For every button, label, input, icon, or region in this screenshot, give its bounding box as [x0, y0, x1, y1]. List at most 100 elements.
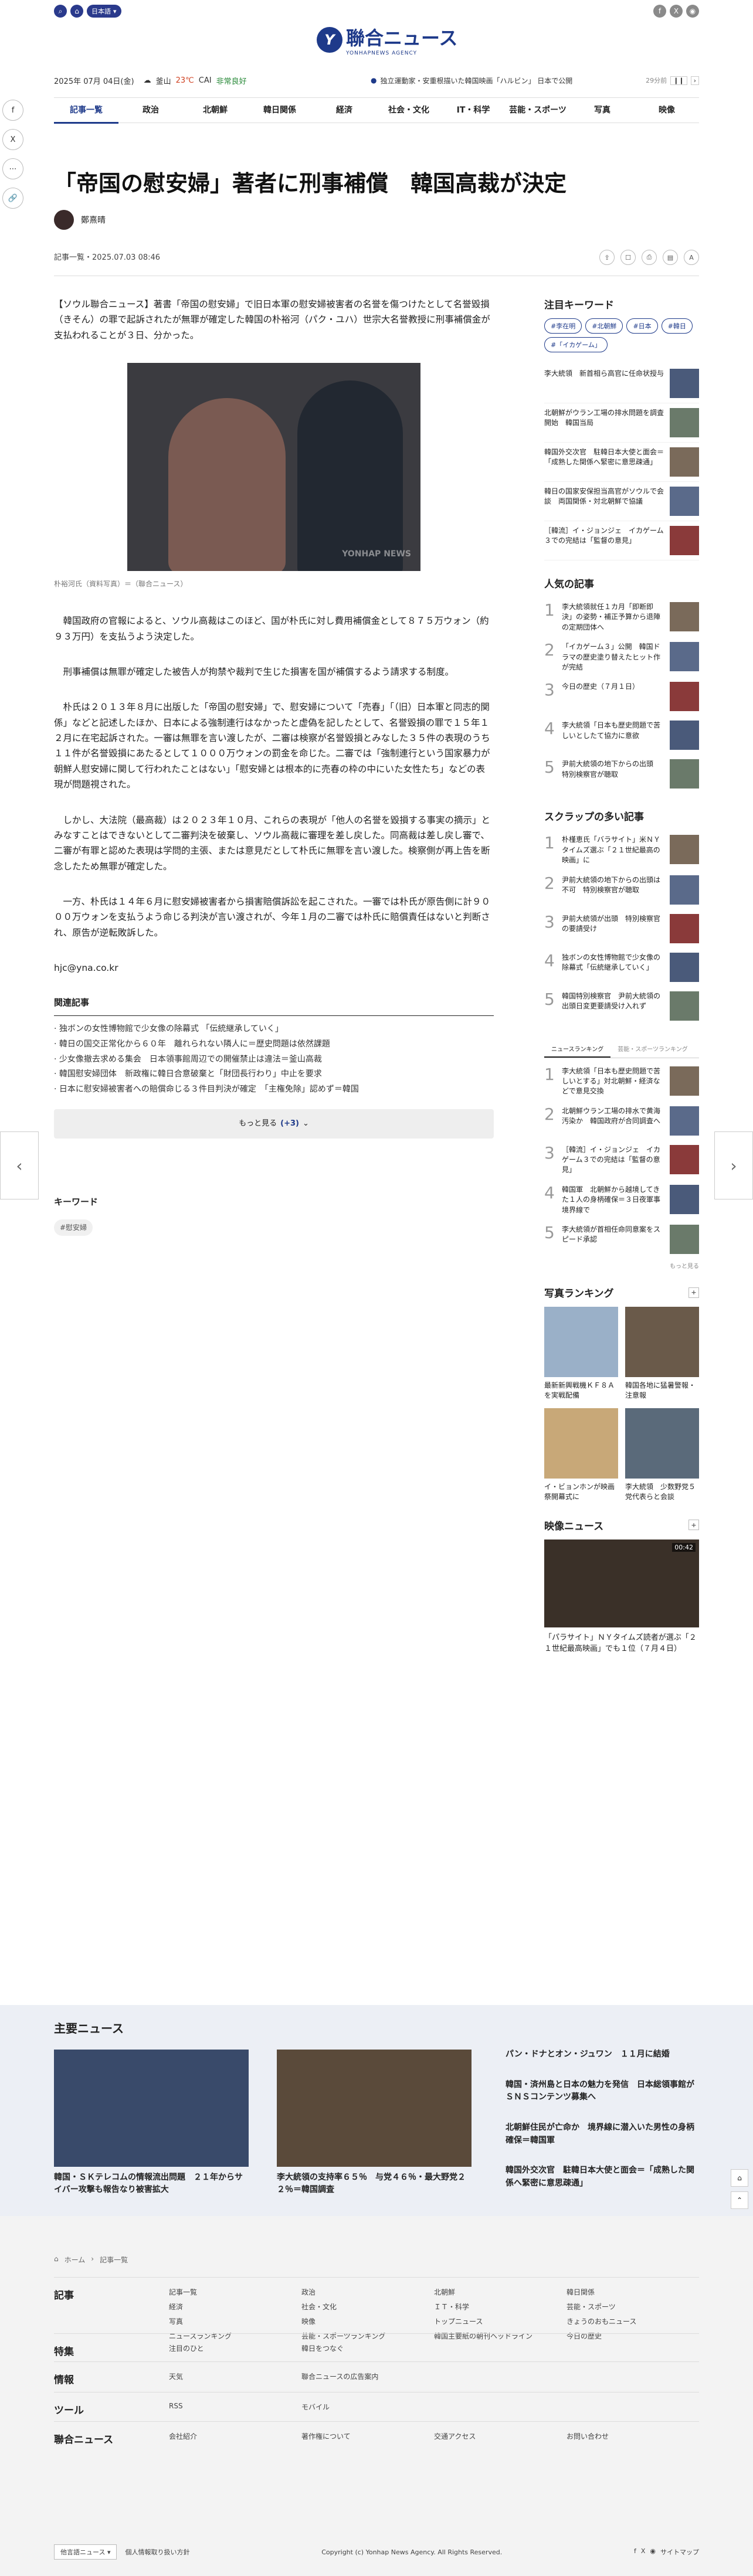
footer-link[interactable]: 芸能・スポーツ — [567, 2302, 699, 2312]
tab-entertainment-ranking[interactable]: 芸能・スポーツランキング — [610, 1041, 695, 1058]
nav-item[interactable]: 芸能・スポーツ — [506, 97, 570, 123]
font-size-icon[interactable]: A — [684, 250, 699, 265]
list-item[interactable]: 韓日の国家安保担当高官がソウルで会談 両国関係・対北朝鮮で協議 — [544, 482, 699, 521]
footer-link[interactable]: 会社紹介 — [169, 2431, 301, 2446]
keyword-chip[interactable]: #日本 — [626, 318, 658, 334]
ranked-item[interactable]: 3 今日の歴史（７月１日） — [544, 677, 699, 716]
bookmark-icon[interactable]: ▤ — [663, 250, 678, 265]
x-icon[interactable]: X — [641, 2547, 646, 2557]
related-article-link[interactable]: · 韓日の国交正常化から６０年 離れられない隣人に＝歴史問題は依然課題 — [54, 1037, 494, 1052]
news-ticker[interactable]: ● 独立運動家・安重根描いた韓国映画「ハルビン」 日本で公開 — [371, 76, 572, 86]
x-icon[interactable]: X — [670, 5, 683, 18]
ranked-item[interactable]: 1 朴槿恵氏「バラサイト」米ＮＹタイムズ選ぶ「２１世紀最高の映画」に — [544, 830, 699, 870]
footer-link[interactable]: 聯合ニュースの広告案内 — [301, 2371, 434, 2386]
nav-item[interactable]: 政治 — [118, 97, 183, 123]
ticker-pause-button[interactable]: ❙❙ — [670, 76, 687, 85]
footer-link[interactable]: 交通アクセス — [434, 2431, 567, 2446]
footer-link[interactable]: 著作権について — [301, 2431, 434, 2446]
related-article-link[interactable]: · 独ボンの女性博物館で少女像の除幕式 「伝統継承していく」 — [54, 1022, 494, 1037]
main-news-card[interactable]: 韓国・ＳＫテレコムの情報流出問題 ２１年からサイバー攻撃も報告なり被害拡大 — [54, 2050, 249, 2196]
keyword-chip[interactable]: #韓日 — [661, 318, 693, 334]
keyword-chip[interactable]: #李在明 — [544, 318, 582, 334]
home-icon[interactable]: ⌂ — [70, 5, 83, 18]
plus-icon[interactable]: + — [688, 1520, 699, 1531]
nav-item[interactable]: 写真 — [570, 97, 635, 123]
privacy-link[interactable]: 個人情報取り扱い方針 — [125, 2547, 189, 2557]
nav-item[interactable]: 社会・文化 — [376, 97, 441, 123]
video-caption[interactable]: 「パラサイト」ＮＹタイムズ読者が選ぶ「２１世紀最高映画」でも１位（７月４日） — [544, 1632, 699, 1655]
footer-link[interactable]: 韓日をつなぐ — [301, 2343, 434, 2358]
print-icon[interactable]: ⎙ — [642, 250, 657, 265]
ranked-item[interactable]: 1 李大統領「日本も歴史問題で苦しいとする」対北朝鮮・経済などで意見交換 — [544, 1062, 699, 1102]
rss-icon[interactable]: ◉ — [650, 2547, 656, 2557]
nav-item[interactable]: 記事一覧 — [54, 97, 118, 124]
ranked-item[interactable]: 1 李大統領就任１カ月「即断即決」の姿勢・補正予算から退陣の定期団体へ — [544, 597, 699, 637]
site-logo[interactable]: Y 聯合ニュース YONHAPNEWS AGENCY — [317, 23, 457, 56]
facebook-share-icon[interactable]: f — [2, 100, 23, 121]
ranked-item[interactable]: 4 李大統領「日本も歴史問題で苦しいとしたて協力に意欲 — [544, 716, 699, 755]
footer-link[interactable]: モバイル — [301, 2402, 434, 2417]
prev-article-button[interactable]: ‹ — [0, 1131, 39, 1199]
list-item[interactable]: ［韓流］イ・ジョンジェ イカゲーム３での完結は「監督の意見」 — [544, 521, 699, 560]
plus-icon[interactable]: + — [688, 1287, 699, 1298]
keyword-chip[interactable]: #「イカゲーム」 — [544, 337, 608, 352]
footer-link[interactable]: きょうのおもニュース — [567, 2316, 699, 2326]
related-article-link[interactable]: · 少女像撤去求める集会 日本領事館周辺での開催禁止は違法＝釜山高裁 — [54, 1052, 494, 1068]
ranked-item[interactable]: 2 北朝鮮ウラン工場の排水で黄海汚染か 韓国政府が合同調査へ — [544, 1102, 699, 1140]
share-icon[interactable]: ⇪ — [599, 250, 615, 265]
related-article-link[interactable]: · 韓国慰安婦団体 新政権に韓日合意破棄と「財団長行わり」中止を要求 — [54, 1067, 494, 1082]
footer-link[interactable]: 経済 — [169, 2302, 301, 2312]
language-select[interactable]: 日本語 ▾ — [87, 5, 121, 18]
author-block[interactable]: 鄭熹晴 — [54, 210, 106, 230]
ranked-item[interactable]: 5 韓国特別検察官 尹前大統領の出頭日変更要請受け入れず — [544, 987, 699, 1025]
ranked-item[interactable]: 5 李大統領が首相任命同意案をスピード承認 — [544, 1220, 699, 1259]
article-photo[interactable]: YONHAP NEWS — [127, 363, 420, 572]
ranked-item[interactable]: 4 独ボンの女性博物館で少女像の除幕式「伝統継承していく」 — [544, 948, 699, 987]
footer-link[interactable]: ＩＴ・科学 — [434, 2302, 567, 2312]
list-item[interactable]: 李大統領 新首相ら高官に任命状授与 — [544, 364, 699, 403]
nav-item[interactable]: 韓日関係 — [247, 97, 312, 123]
other-language-select[interactable]: 他言語ニュース ▾ — [54, 2544, 117, 2560]
more-related-button[interactable]: もっと見る (+3) ⌄ — [54, 1109, 494, 1139]
search-icon[interactable]: ⌕ — [54, 5, 67, 18]
photo-item[interactable]: 李大統領 少数野党５党代表らと会談 — [625, 1408, 699, 1503]
footer-link[interactable]: 社会・文化 — [301, 2302, 434, 2312]
nav-item[interactable]: 北朝鮮 — [183, 97, 247, 123]
footer-link[interactable]: 天気 — [169, 2371, 301, 2386]
photo-item[interactable]: 韓国各地に猛暑警報・注意報 — [625, 1307, 699, 1401]
tab-news-ranking[interactable]: ニュースランキング — [544, 1041, 611, 1058]
more-ranking-link[interactable]: もっと見る — [544, 1261, 699, 1270]
more-share-icon[interactable]: ⋯ — [2, 158, 23, 179]
footer-link[interactable]: トップニュース — [434, 2316, 567, 2326]
rss-icon[interactable]: ◉ — [686, 5, 699, 18]
footer-link[interactable]: 韓日関係 — [567, 2287, 699, 2297]
ranked-item[interactable]: 3 尹前大統領が出頭 特別検察官の要請受け — [544, 909, 699, 948]
ranked-item[interactable]: 2 尹前大統領の地下からの出頭は不可 特別検察官が聴取 — [544, 871, 699, 909]
facebook-icon[interactable]: f — [653, 5, 666, 18]
photo-item[interactable]: 最新新興戦機ＫＦ８Ａを実戦配備 — [544, 1307, 618, 1401]
keyword-tag[interactable]: #慰安婦 — [54, 1219, 93, 1236]
footer-link[interactable]: 政治 — [301, 2287, 434, 2297]
scrap-icon[interactable]: ☐ — [620, 250, 636, 265]
footer-link[interactable]: 映像 — [301, 2316, 434, 2326]
footer-link[interactable]: 記事一覧 — [169, 2287, 301, 2297]
main-news-link[interactable]: 韓国・済州島と日本の魅力を発信 日本総領事館がＳＮＳコンテンツ募集へ — [506, 2079, 699, 2104]
related-article-link[interactable]: · 日本に慰安婦被害者への賠償命じる３件目判決が確定 「主権免除」認めず＝韓国 — [54, 1082, 494, 1097]
link-copy-icon[interactable]: 🔗 — [2, 188, 23, 209]
footer-link[interactable]: お問い合わせ — [567, 2431, 699, 2446]
main-news-card[interactable]: 李大統領の支持率６５％ 与党４６％・最大野党２２％＝韓国調査 — [277, 2050, 472, 2196]
ranked-item[interactable]: 5 尹前大統領の地下からの出頭 特別検察官が聴取 — [544, 755, 699, 793]
list-item[interactable]: 北朝鮮がウラン工場の排水問題を調査開始 韓国当局 — [544, 403, 699, 443]
photo-item[interactable]: イ・ビョンホンが映画祭開幕式に — [544, 1408, 618, 1503]
sitemap-link[interactable]: サイトマップ — [660, 2547, 699, 2557]
ranked-item[interactable]: 4 韓国軍 北朝鮮から越境してきた１人の身柄確保＝３日夜軍事境界線で — [544, 1180, 699, 1220]
main-news-link[interactable]: 韓国外交次官 駐韓日本大使と面会＝「成熟した関係へ緊密に意思疎通」 — [506, 2164, 699, 2190]
footer-link[interactable]: RSS — [169, 2402, 301, 2417]
footer-link[interactable]: 北朝鮮 — [434, 2287, 567, 2297]
nav-item[interactable]: IT・科学 — [441, 97, 506, 123]
facebook-icon[interactable]: f — [634, 2547, 636, 2557]
keyword-chip[interactable]: #北朝鮮 — [585, 318, 623, 334]
footer-link[interactable]: 注目のひと — [169, 2343, 301, 2358]
footer-link[interactable]: 写真 — [169, 2316, 301, 2326]
next-article-button[interactable]: › — [714, 1131, 753, 1199]
